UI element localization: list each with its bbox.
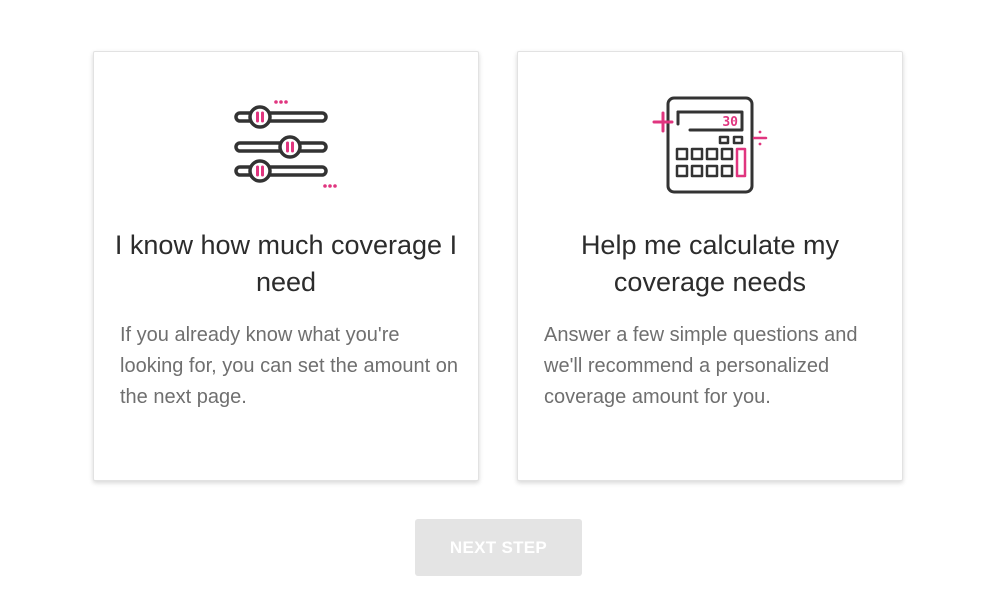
- sliders-icon: [94, 92, 478, 196]
- card-title: I know how much coverage I need: [114, 230, 458, 297]
- card-description: Answer a few simple questions and we'll …: [544, 324, 858, 408]
- card-title: Help me calculate my coverage needs: [580, 230, 840, 297]
- coverage-option-calculate-card[interactable]: 30 Help me calculate my coverage needs A…: [517, 51, 903, 481]
- next-step-button[interactable]: NEXT STEP: [415, 519, 582, 576]
- calculator-icon: 30: [518, 92, 902, 196]
- card-description: If you already know what you're looking …: [120, 324, 458, 408]
- coverage-option-known-card[interactable]: I know how much coverage I need If you a…: [93, 51, 479, 481]
- calculator-display: 30: [722, 115, 738, 130]
